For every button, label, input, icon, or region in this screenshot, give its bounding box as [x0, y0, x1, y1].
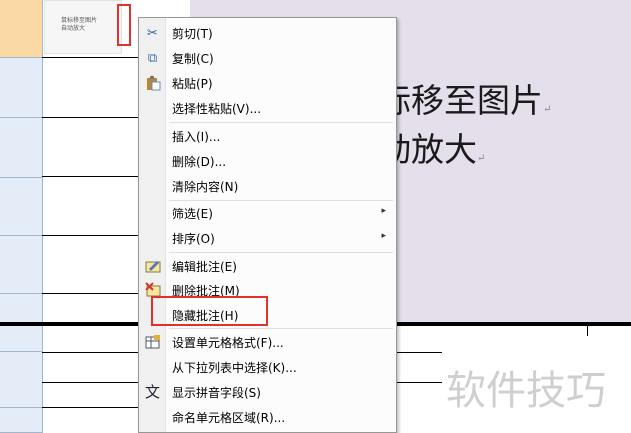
submenu-arrow-icon: ▸: [381, 231, 386, 241]
thumbnail-line-2: 自动放大: [61, 25, 86, 32]
menu-separator: [169, 328, 393, 329]
menu-item-filter[interactable]: 筛选(E) ▸: [139, 201, 396, 226]
comment-marker-highlight: [117, 4, 131, 46]
menu-item-clear-contents[interactable]: 清除内容(N): [139, 174, 396, 199]
submenu-arrow-icon: ▸: [381, 206, 386, 216]
menu-item-insert[interactable]: 插入(I)...: [139, 124, 396, 149]
paste-icon: [144, 75, 161, 92]
row-header-selected[interactable]: [0, 0, 42, 58]
grid-line: [42, 57, 142, 58]
grid-line: [42, 176, 142, 177]
grid-tick: [587, 322, 588, 336]
menu-item-format-cells[interactable]: 设置单元格格式(F)...: [139, 330, 396, 355]
menu-item-pick-from-list[interactable]: 从下拉列表中选择(K)...: [139, 355, 396, 380]
grid-line: [42, 293, 142, 294]
scissors-icon: ✂: [147, 26, 158, 41]
row-header[interactable]: [0, 118, 42, 178]
menu-item-delete[interactable]: 删除(D)...: [139, 149, 396, 174]
row-header[interactable]: [0, 178, 42, 236]
menu-separator: [169, 252, 393, 253]
menu-item-paste[interactable]: 粘贴(P): [139, 71, 396, 96]
grid-line: [42, 407, 142, 408]
row-header[interactable]: [0, 236, 42, 294]
pinyin-icon: 文: [144, 383, 160, 401]
edit-comment-icon: [144, 258, 161, 275]
context-menu: ✂ 剪切(T) ⧉ 复制(C) 粘贴(P) 选择性粘贴(V)... 插入(I).…: [138, 17, 397, 433]
menu-item-paste-special[interactable]: 选择性粘贴(V)...: [139, 96, 396, 121]
image-thumbnail[interactable]: 鼠标移至图片 自动放大: [44, 0, 122, 54]
menu-item-copy[interactable]: ⧉ 复制(C): [139, 46, 396, 71]
format-cells-icon: [144, 334, 161, 351]
row-header[interactable]: [0, 352, 42, 408]
menu-item-edit-comment[interactable]: 编辑批注(E): [139, 254, 396, 279]
comment-line-1: 标移至图片↵: [378, 81, 552, 120]
row-header[interactable]: [0, 408, 42, 433]
grid-line: [42, 235, 142, 236]
menu-separator: [169, 122, 393, 123]
row-header[interactable]: [0, 58, 42, 118]
watermark: 软件技巧: [446, 368, 606, 414]
copy-icon: ⧉: [147, 51, 158, 66]
grid-line: [42, 117, 142, 118]
menu-item-show-pinyin[interactable]: 文 显示拼音字段(S): [139, 380, 396, 405]
row-header-column: [0, 0, 43, 433]
menu-item-cut[interactable]: ✂ 剪切(T): [139, 21, 396, 46]
menu-item-sort[interactable]: 排序(O) ▸: [139, 226, 396, 251]
menu-item-define-name[interactable]: 命名单元格区域(R)...: [139, 405, 396, 430]
hide-comment-highlight: [151, 296, 268, 326]
